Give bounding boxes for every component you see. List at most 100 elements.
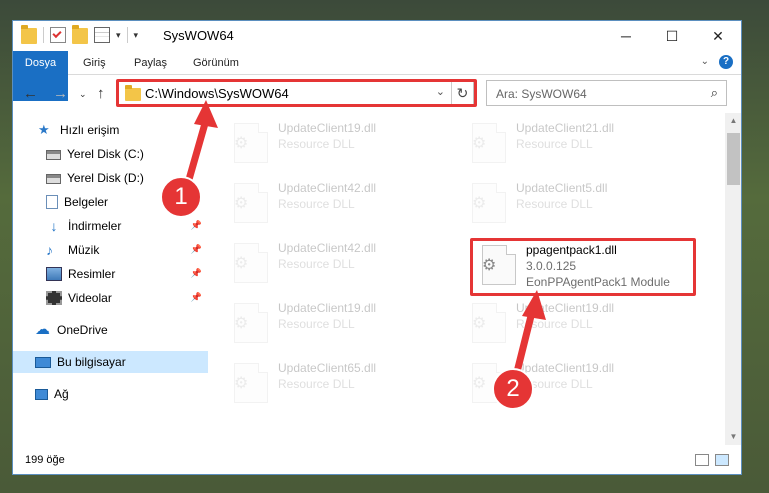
file-item[interactable]: ⚙ UpdateClient21.dll Resource DLL	[466, 119, 696, 169]
file-item[interactable]: ⚙ UpdateClient5.dll Resource DLL	[466, 179, 696, 229]
scroll-up-icon[interactable]: ▲	[725, 113, 741, 129]
large-icons-view-icon[interactable]	[715, 454, 729, 466]
gear-icon: ⚙	[234, 255, 249, 272]
back-arrow-icon[interactable]: ←	[23, 85, 38, 102]
file-item[interactable]: ⚙ UpdateClient65.dll Resource DLL	[228, 359, 458, 409]
vertical-scrollbar[interactable]: ▲ ▼	[725, 113, 741, 445]
sidebar-item-label: Bu bilgisayar	[57, 355, 126, 369]
pictures-icon	[46, 267, 62, 281]
gear-icon: ⚙	[234, 195, 249, 212]
file-type: Resource DLL	[278, 317, 355, 331]
search-icon[interactable]: ⌕	[711, 85, 718, 101]
expand-ribbon-icon[interactable]: ⌄	[701, 56, 709, 67]
disk-icon	[46, 174, 61, 184]
download-icon: ↓	[50, 218, 58, 234]
explorer-window: ▾ ▾ SysWOW64 ─ ☐ ✕ Dosya Giriş Paylaş Gö…	[12, 20, 742, 475]
folder-icon	[21, 25, 37, 44]
file-item[interactable]: ⚙ UpdateClient19.dll Resource DLL	[228, 299, 458, 349]
minimize-button[interactable]: ─	[603, 21, 649, 51]
up-arrow-icon[interactable]: ↑	[97, 85, 105, 102]
chevron-down-icon[interactable]: ▾	[116, 30, 121, 41]
file-type: Resource DLL	[516, 137, 593, 151]
file-item[interactable]: ⚙ UpdateClient42.dll Resource DLL	[228, 179, 458, 229]
sidebar-item-label: İndirmeler	[68, 219, 122, 233]
maximize-button[interactable]: ☐	[649, 21, 695, 51]
sidebar-item-label: Resimler	[68, 267, 116, 281]
file-name: UpdateClient65.dll	[278, 361, 377, 375]
status-bar: 199 öğe	[13, 447, 741, 474]
disk-icon	[46, 150, 61, 160]
file-highlight	[470, 238, 696, 296]
cloud-icon: ☁	[35, 321, 50, 338]
toolbar-divider	[126, 27, 128, 43]
recent-locations-icon[interactable]: ⌄	[79, 89, 87, 100]
sidebar-item-disk-c[interactable]: Yerel Disk (C:)	[13, 143, 208, 165]
tab-share[interactable]: Paylaş	[134, 51, 167, 75]
sidebar-item-pictures[interactable]: Resimler 📌	[13, 263, 208, 285]
sidebar-item-videos[interactable]: Videolar 📌	[13, 287, 208, 309]
details-view-icon[interactable]	[695, 454, 709, 466]
sidebar-item-label: Ağ	[54, 387, 69, 401]
sidebar-item-onedrive[interactable]: ☁ OneDrive	[13, 319, 208, 341]
quick-access-toolbar: ▾ ▾	[21, 25, 139, 44]
forward-arrow-icon[interactable]: →	[53, 85, 68, 102]
file-name: UpdateClient19.dll	[516, 361, 615, 375]
new-folder-icon[interactable]	[72, 25, 88, 44]
pin-icon[interactable]: 📌	[191, 268, 202, 279]
gear-icon: ⚙	[472, 135, 487, 152]
sidebar-item-label: Videolar	[68, 291, 112, 305]
properties-check-icon[interactable]	[50, 27, 66, 43]
file-type: Resource DLL	[516, 197, 593, 211]
gear-icon: ⚙	[234, 375, 249, 392]
file-item[interactable]: ⚙ UpdateClient42.dll Resource DLL	[228, 239, 458, 289]
window-title: SysWOW64	[163, 28, 234, 43]
toolbar-divider	[43, 27, 44, 43]
sidebar-item-music[interactable]: ♪ Müzik 📌	[13, 239, 208, 261]
customize-toolbar-icon[interactable]: ▾	[134, 30, 139, 41]
file-item[interactable]: ⚙ UpdateClient19.dll Resource DLL	[466, 299, 696, 349]
sidebar-item-label: Hızlı erişim	[60, 123, 120, 137]
sidebar-item-network[interactable]: Ağ	[13, 383, 208, 405]
pin-icon[interactable]: 📌	[191, 220, 202, 231]
help-icon[interactable]: ?	[719, 55, 733, 69]
file-name: UpdateClient42.dll	[278, 181, 377, 195]
file-type: Resource DLL	[278, 257, 355, 271]
step-1-badge: 1	[160, 176, 202, 218]
video-icon	[46, 291, 62, 305]
sidebar-item-downloads[interactable]: ↓ İndirmeler 📌	[13, 215, 208, 237]
file-name: UpdateClient19.dll	[278, 301, 377, 315]
sidebar-item-this-pc[interactable]: Bu bilgisayar	[13, 351, 208, 373]
sidebar-item-label: Müzik	[68, 243, 100, 257]
gear-icon: ⚙	[472, 195, 487, 212]
file-type: Resource DLL	[278, 377, 355, 391]
tab-view[interactable]: Görünüm	[193, 51, 239, 75]
ribbon-tabs: Dosya Giriş Paylaş Görünüm ⌄ ?	[13, 51, 741, 101]
scrollbar-thumb[interactable]	[727, 133, 740, 185]
search-input[interactable]: Ara: SysWOW64 ⌕	[486, 80, 727, 106]
sidebar-item-label: Yerel Disk (C:)	[67, 147, 144, 161]
pin-icon[interactable]: 📌	[191, 292, 202, 303]
gear-icon: ⚙	[234, 315, 249, 332]
file-name: UpdateClient5.dll	[516, 181, 608, 195]
network-icon	[35, 388, 48, 400]
pin-icon[interactable]: 📌	[191, 244, 202, 255]
view-icon[interactable]	[94, 27, 110, 43]
file-name: UpdateClient19.dll	[516, 301, 615, 315]
navigation-pane: ★ Hızlı erişim Yerel Disk (C:) Yerel Dis…	[13, 113, 208, 443]
search-placeholder: Ara: SysWOW64	[496, 87, 587, 101]
star-icon: ★	[38, 122, 50, 137]
file-type: Resource DLL	[278, 197, 355, 211]
close-button[interactable]: ✕	[695, 21, 741, 51]
scroll-down-icon[interactable]: ▼	[725, 429, 741, 445]
file-type: Resource DLL	[278, 137, 355, 151]
file-type: Resource DLL	[516, 317, 593, 331]
title-bar: ▾ ▾ SysWOW64 ─ ☐ ✕	[13, 21, 741, 51]
gear-icon: ⚙	[472, 375, 487, 392]
file-item[interactable]: ⚙ UpdateClient19.dll Resource DLL	[228, 119, 458, 169]
step-2-badge: 2	[492, 368, 534, 410]
computer-icon	[35, 356, 51, 368]
sidebar-item-quick-access[interactable]: ★ Hızlı erişim	[13, 119, 208, 141]
documents-icon	[46, 195, 58, 209]
music-icon: ♪	[46, 242, 53, 258]
tab-home[interactable]: Giriş	[83, 51, 106, 75]
